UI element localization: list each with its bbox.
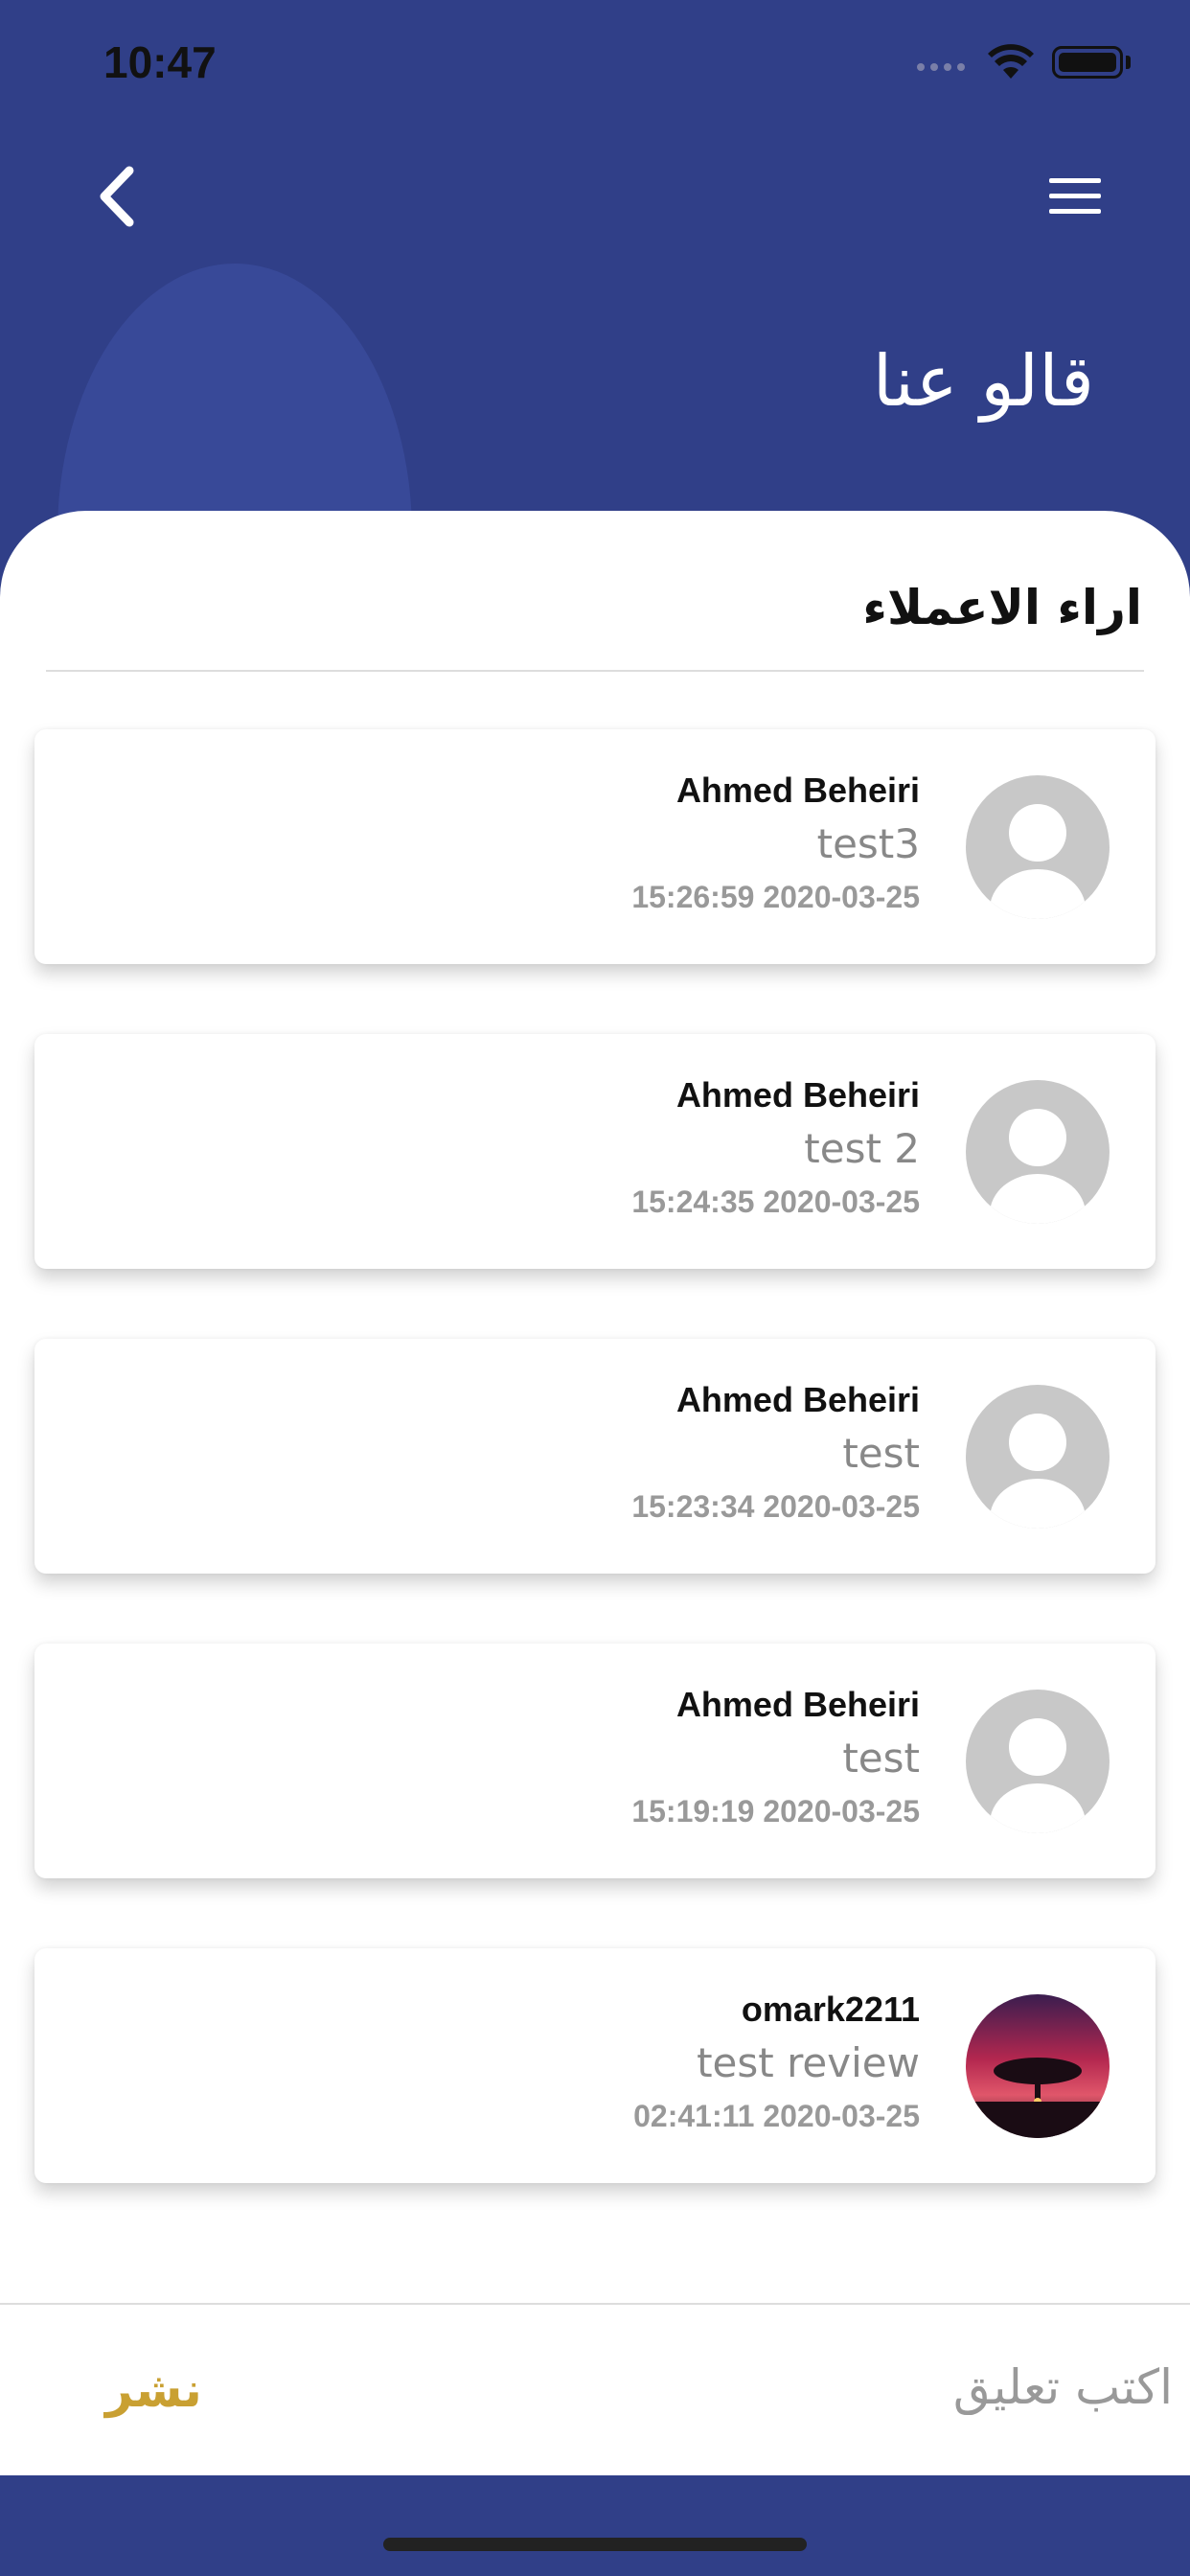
review-date: 15:23:34 2020-03-25 (631, 1489, 920, 1524)
chevron-left-icon (100, 166, 134, 227)
menu-button[interactable] (1046, 172, 1104, 220)
page-title: قالو عنا (872, 340, 1094, 423)
review-date: 15:24:35 2020-03-25 (631, 1184, 920, 1219)
review-comment: test (842, 1430, 920, 1477)
review-comment: test (842, 1735, 920, 1782)
review-date: 02:41:11 2020-03-25 (633, 2099, 920, 2133)
comment-bar: نشر (0, 2303, 1190, 2475)
home-indicator (383, 2538, 807, 2551)
review-author: Ahmed Beheiri (675, 1075, 920, 1115)
review-content: Ahmed Beheiri test 15:19:19 2020-03-25 (631, 1682, 920, 1833)
default-avatar-icon (966, 1080, 1110, 1224)
publish-button[interactable]: نشر (105, 2362, 202, 2418)
section-title: اراء الاعملاء (862, 580, 1142, 635)
review-card[interactable]: Ahmed Beheiri test 15:23:34 2020-03-25 (34, 1339, 1156, 1574)
review-card[interactable]: Ahmed Beheiri test3 15:26:59 2020-03-25 (34, 729, 1156, 964)
comment-input[interactable] (309, 2334, 1175, 2441)
content-sheet: اراء الاعملاء Ahmed Beheiri test3 15:26:… (0, 511, 1190, 2303)
photo-avatar (966, 1994, 1110, 2138)
status-time: 10:47 (103, 37, 217, 87)
review-content: omark2211 test review 02:41:11 2020-03-2… (633, 1987, 920, 2138)
review-date: 15:19:19 2020-03-25 (631, 1794, 920, 1828)
battery-icon (1052, 46, 1123, 79)
review-author: Ahmed Beheiri (675, 770, 920, 810)
signal-icon (917, 63, 965, 71)
section-divider (46, 670, 1144, 672)
review-date: 15:26:59 2020-03-25 (631, 880, 920, 914)
review-card[interactable]: Ahmed Beheiri test 15:19:19 2020-03-25 (34, 1644, 1156, 1878)
review-author: Ahmed Beheiri (675, 1380, 920, 1419)
review-content: Ahmed Beheiri test 15:23:34 2020-03-25 (631, 1377, 920, 1529)
review-content: Ahmed Beheiri test3 15:26:59 2020-03-25 (631, 768, 920, 919)
status-bar: 10:47 (0, 0, 1190, 125)
review-comment: test review (697, 2039, 920, 2086)
review-comment: test3 (816, 820, 920, 867)
review-comment: test 2 (804, 1125, 920, 1172)
battery-tip (1126, 56, 1131, 69)
default-avatar-icon (966, 775, 1110, 919)
review-card[interactable]: omark2211 test review 02:41:11 2020-03-2… (34, 1948, 1156, 2183)
review-content: Ahmed Beheiri test 2 15:24:35 2020-03-25 (631, 1072, 920, 1224)
review-author: omark2211 (741, 1990, 920, 2029)
hamburger-icon (1049, 178, 1101, 214)
default-avatar-icon (966, 1690, 1110, 1833)
back-button[interactable] (91, 163, 149, 230)
review-card[interactable]: Ahmed Beheiri test 2 15:24:35 2020-03-25 (34, 1034, 1156, 1269)
wifi-icon (988, 44, 1034, 79)
default-avatar-icon (966, 1385, 1110, 1529)
review-author: Ahmed Beheiri (675, 1685, 920, 1724)
